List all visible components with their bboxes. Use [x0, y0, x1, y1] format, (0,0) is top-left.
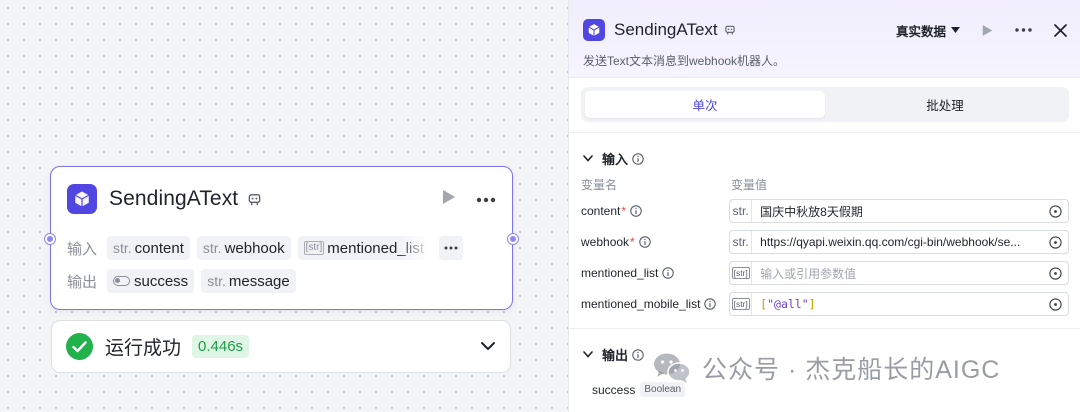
- panel-title: SendingAText: [614, 20, 718, 39]
- param-input-webhook[interactable]: str. https://qyapi.weixin.qq.com/cgi-bin…: [729, 230, 1069, 254]
- outputs-label: 输出: [67, 273, 98, 291]
- type-label: [str]: [730, 262, 753, 284]
- param-name: content: [581, 204, 621, 218]
- reference-picker-icon[interactable]: [1049, 297, 1062, 311]
- required-mark: *: [621, 204, 627, 218]
- output-section-title: 输出: [602, 348, 629, 363]
- tab-batch[interactable]: 批处理: [825, 91, 1065, 118]
- chevron-down-icon: [583, 351, 593, 358]
- more-options-icon[interactable]: [1015, 28, 1032, 32]
- run-play-icon[interactable]: [442, 189, 456, 210]
- input-section-header[interactable]: 输入: [583, 149, 644, 168]
- type-label: [str]: [730, 293, 753, 315]
- param-row-mentioned-list: mentioned_list [str] 输入或引用参数值: [581, 261, 1069, 285]
- type-label: str.: [730, 231, 753, 253]
- cube-icon: [583, 19, 605, 41]
- divider: [569, 132, 1080, 133]
- param-value: https://qyapi.weixin.qq.com/cgi-bin/webh…: [760, 235, 1021, 249]
- run-play-icon[interactable]: [982, 24, 993, 37]
- input-port[interactable]: [45, 234, 55, 244]
- close-icon[interactable]: [1054, 23, 1067, 37]
- data-mode-select[interactable]: 真实数据: [896, 21, 946, 40]
- param-row-content: content * str. 国庆中秋放8天假期: [581, 199, 1069, 223]
- param-value: ["@all"]: [760, 297, 816, 311]
- chevron-down-icon[interactable]: [480, 338, 496, 356]
- type-label: str.: [730, 200, 753, 222]
- param-input-mentioned-mobile-list[interactable]: [str] ["@all"]: [729, 292, 1069, 316]
- cube-icon: [67, 184, 97, 214]
- column-header-value: 变量值: [731, 178, 768, 192]
- output-name: success: [592, 382, 636, 397]
- reference-picker-icon[interactable]: [1049, 235, 1062, 249]
- workflow-canvas[interactable]: SendingAText 输入 str. content str. webhook …: [0, 0, 568, 412]
- more-options-icon[interactable]: [476, 190, 496, 208]
- info-icon: [704, 298, 717, 310]
- chevron-down-icon: [583, 155, 593, 162]
- caret-down-icon[interactable]: [951, 27, 960, 33]
- watermark-text: 公众号 · 杰克船长的AIGC: [702, 356, 1001, 384]
- output-section-header[interactable]: 输出: [583, 345, 644, 364]
- run-result-bar[interactable]: 运行成功 0.446s: [51, 320, 511, 373]
- required-mark: *: [630, 235, 635, 249]
- input-chip-mentioned-list[interactable]: [str] mentioned_list: [297, 236, 431, 260]
- robot-icon: [247, 192, 262, 207]
- input-chip-webhook[interactable]: str. webhook: [196, 236, 291, 260]
- output-chip-success[interactable]: success: [107, 269, 195, 293]
- column-header-name: 变量名: [581, 178, 618, 192]
- more-inputs-button[interactable]: [439, 236, 464, 260]
- param-row-mentioned-mobile-list: mentioned_mobile_list [str] ["@all"]: [581, 292, 1069, 316]
- info-icon: [632, 152, 644, 165]
- param-input-content[interactable]: str. 国庆中秋放8天假期: [729, 199, 1069, 223]
- divider: [569, 328, 1080, 329]
- node-header: SendingAText: [67, 183, 496, 215]
- param-value: 国庆中秋放8天假期: [760, 204, 863, 219]
- node-title: SendingAText: [109, 187, 239, 210]
- inputs-label: 输入: [67, 240, 98, 258]
- run-status-text: 运行成功: [105, 338, 182, 359]
- check-circle-icon: [66, 333, 93, 360]
- run-mode-tabs: 单次 批处理: [581, 87, 1069, 122]
- param-name: mentioned_list: [581, 266, 659, 280]
- watermark: 公众号 · 杰克船长的AIGC: [652, 350, 1000, 386]
- boolean-toggle-icon: [113, 276, 130, 286]
- tab-single[interactable]: 单次: [585, 91, 825, 118]
- output-port[interactable]: [508, 234, 518, 244]
- ellipsis-icon: [444, 246, 458, 250]
- run-time-badge: 0.446s: [192, 335, 250, 358]
- node-outputs-row: 输出 success str. message: [67, 268, 303, 294]
- input-section-title: 输入: [602, 152, 629, 167]
- output-chip-message[interactable]: str. message: [201, 269, 296, 293]
- node-inputs-row: 输入 str. content str. webhook [str] mentione…: [67, 235, 464, 261]
- info-icon: [630, 205, 642, 217]
- param-name: mentioned_mobile_list: [581, 297, 701, 311]
- info-icon: [662, 267, 675, 279]
- panel-header: SendingAText 真实数据 发送Text文本消息到webhook机器人。: [569, 0, 1080, 78]
- robot-icon: [724, 24, 736, 36]
- panel-description: 发送Text文本消息到webhook机器人。: [583, 54, 786, 68]
- reference-picker-icon[interactable]: [1049, 204, 1062, 218]
- info-icon: [632, 348, 644, 361]
- wechat-icon: [654, 353, 691, 383]
- param-input-mentioned-list[interactable]: [str] 输入或引用参数值: [729, 261, 1069, 285]
- param-row-webhook: webhook * str. https://qyapi.weixin.qq.co…: [581, 230, 1069, 254]
- param-placeholder: 输入或引用参数值: [760, 266, 857, 281]
- input-chip-content[interactable]: str. content: [107, 236, 190, 260]
- param-name: webhook: [581, 235, 630, 249]
- node-card-sendingatext[interactable]: SendingAText 输入 str. content str. webhook …: [45, 166, 518, 310]
- reference-picker-icon[interactable]: [1049, 266, 1062, 280]
- info-icon: [638, 236, 651, 248]
